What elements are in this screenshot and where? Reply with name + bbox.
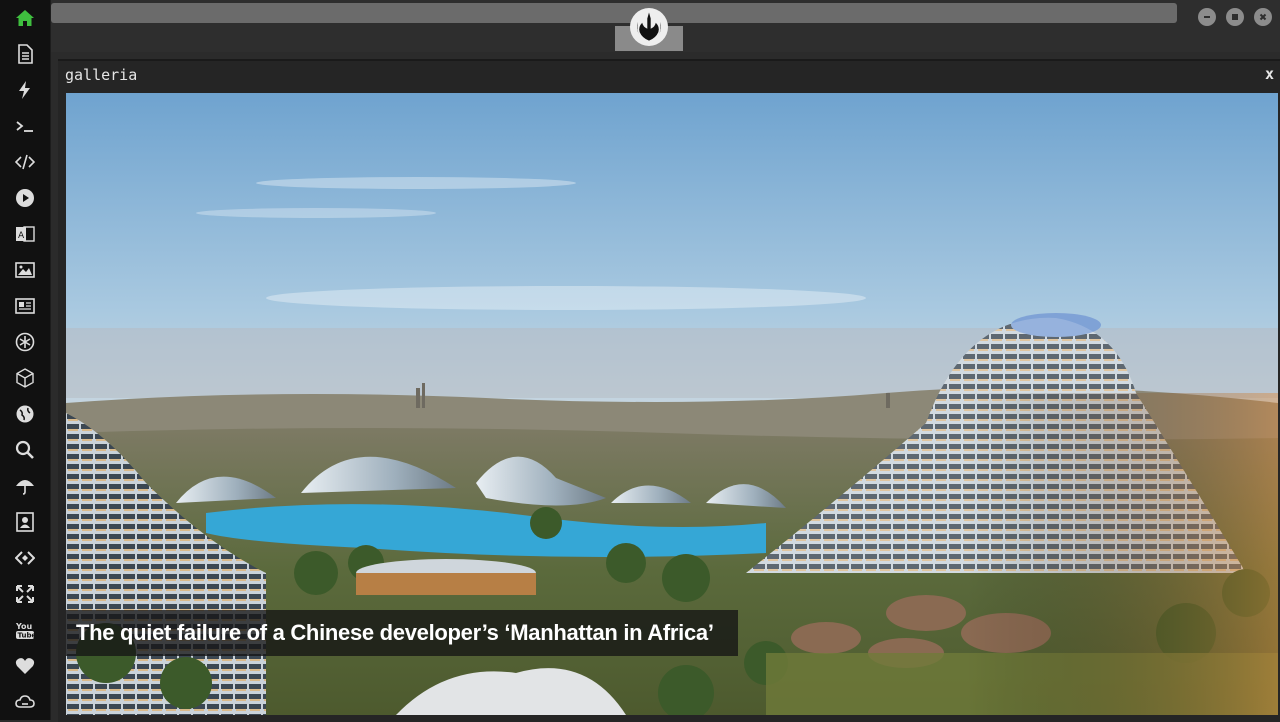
lightning-icon[interactable] bbox=[13, 78, 37, 102]
translate-icon[interactable]: A bbox=[13, 222, 37, 246]
minimize-button[interactable] bbox=[1198, 8, 1216, 26]
code-diamond-icon[interactable] bbox=[13, 546, 37, 570]
address-bar[interactable] bbox=[51, 3, 1177, 23]
panel-title: galleria bbox=[65, 66, 138, 84]
asterisk-icon[interactable] bbox=[13, 330, 37, 354]
rebel-alliance-logo-icon bbox=[630, 8, 668, 46]
sidebar: A You Tube bbox=[0, 0, 51, 720]
image-caption: The quiet failure of a Chinese developer… bbox=[66, 610, 738, 656]
newspaper-icon[interactable] bbox=[13, 294, 37, 318]
caption-text: The quiet failure of a Chinese developer… bbox=[76, 620, 714, 645]
globe-icon[interactable] bbox=[13, 402, 37, 426]
contact-card-icon[interactable] bbox=[13, 510, 37, 534]
svg-text:Tube: Tube bbox=[18, 632, 36, 640]
play-icon[interactable] bbox=[13, 186, 37, 210]
terminal-icon[interactable] bbox=[13, 114, 37, 138]
close-window-button[interactable] bbox=[1254, 8, 1272, 26]
svg-text:You: You bbox=[15, 622, 33, 631]
cloud-icon[interactable] bbox=[13, 690, 37, 714]
cube-icon[interactable] bbox=[13, 366, 37, 390]
code-icon[interactable] bbox=[13, 150, 37, 174]
panel-close-button[interactable]: x bbox=[1265, 65, 1274, 83]
document-icon[interactable] bbox=[13, 42, 37, 66]
image-icon[interactable] bbox=[13, 258, 37, 282]
home-icon[interactable] bbox=[13, 6, 37, 30]
maximize-button[interactable] bbox=[1226, 8, 1244, 26]
top-bar bbox=[51, 0, 1280, 52]
search-icon[interactable] bbox=[13, 438, 37, 462]
expand-icon[interactable] bbox=[13, 582, 37, 606]
svg-text:A: A bbox=[18, 231, 25, 241]
youtube-icon[interactable]: You Tube bbox=[13, 618, 37, 642]
heart-icon[interactable] bbox=[13, 654, 37, 678]
umbrella-icon[interactable] bbox=[13, 474, 37, 498]
